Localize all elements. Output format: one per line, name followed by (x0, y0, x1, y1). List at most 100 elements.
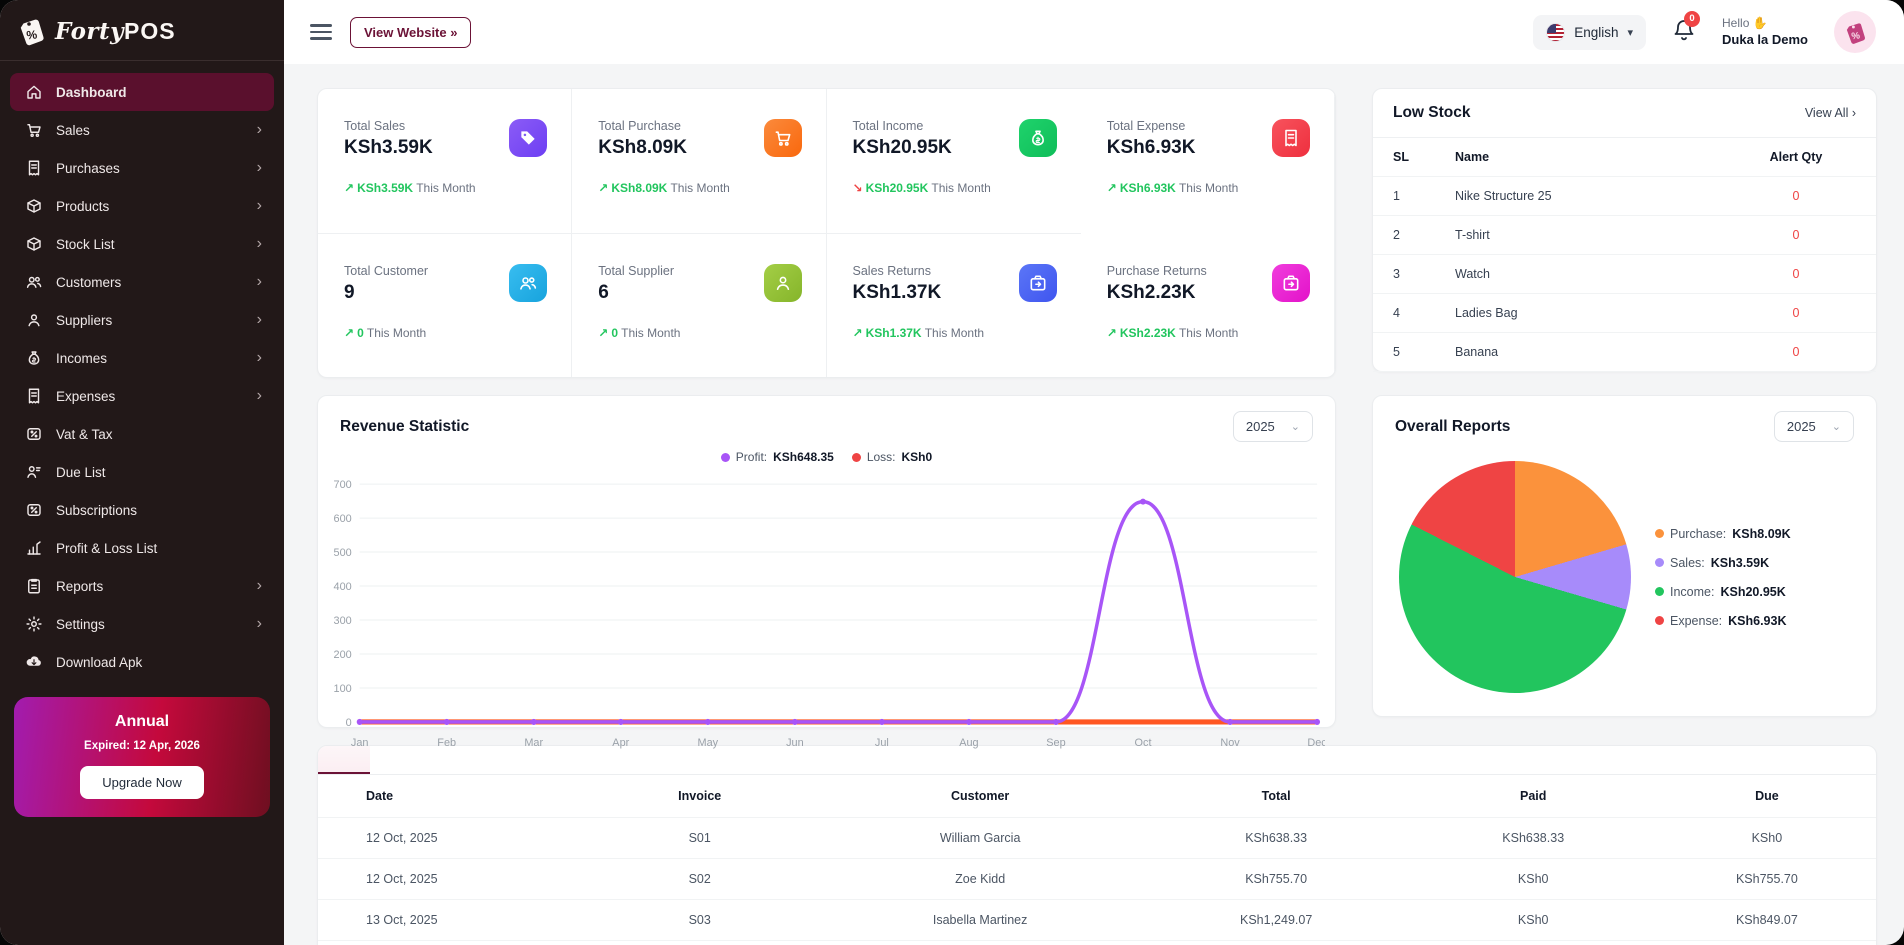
chevron-down-icon: ⌄ (1832, 420, 1841, 433)
sidebar-item[interactable]: Suppliers › (10, 301, 274, 339)
legend-item: Profit: KSh648.35 (721, 450, 834, 464)
svg-text:500: 500 (334, 547, 352, 559)
cell-invoice: S01 (583, 831, 817, 845)
sidebar-item[interactable]: Expenses › (10, 377, 274, 415)
notification-badge: 0 (1684, 11, 1700, 27)
language-selector[interactable]: English ▾ (1533, 15, 1646, 50)
brand-name: FortyPOS (55, 18, 176, 45)
sidebar-item[interactable]: Incomes › (10, 339, 274, 377)
legend-value: KSh20.95K (1720, 585, 1785, 599)
low-stock-row[interactable]: 1 Nike Structure 25 0 (1373, 177, 1876, 216)
sidebar-item[interactable]: Purchases › (10, 149, 274, 187)
stat-icon (1272, 119, 1310, 157)
overall-reports-panel: Overall Reports 2025 ⌄ Purchase: (1372, 395, 1877, 717)
sidebar-item-label: Profit & Loss List (56, 541, 157, 556)
brand-second: POS (124, 18, 176, 44)
sidebar-item-label: Incomes (56, 351, 107, 366)
sidebar-item[interactable]: Products › (10, 187, 274, 225)
low-stock-row[interactable]: 3 Watch 0 (1373, 255, 1876, 294)
table-row[interactable]: 13 Oct, 2025 S04 Emma Martin KSh848.73 K… (318, 941, 1876, 945)
sidebar: % FortyPOS Dashboard Sales › Purchases › (0, 0, 284, 945)
avatar[interactable]: % (1834, 11, 1876, 53)
sidebar-item-label: Settings (56, 617, 105, 632)
upgrade-now-button[interactable]: Upgrade Now (80, 766, 204, 799)
table-row[interactable]: 12 Oct, 2025 S01 William Garcia KSh638.3… (318, 818, 1876, 859)
svg-text:May: May (698, 737, 719, 749)
sidebar-item-label: Customers (56, 275, 121, 290)
low-stock-row[interactable]: 4 Ladies Bag 0 (1373, 294, 1876, 333)
stat-change-suffix: This Month (925, 326, 984, 340)
hamburger-menu-icon[interactable] (310, 24, 332, 40)
revenue-line-chart[interactable]: 0100200300400500600700JanFebMarAprMayJun… (318, 464, 1335, 776)
trend-arrow-icon: ↘ (853, 181, 863, 195)
svg-text:Jul: Jul (875, 737, 889, 749)
revenue-year-select[interactable]: 2025 ⌄ (1233, 411, 1313, 442)
waving-hand-icon: ✋ (1753, 16, 1768, 30)
col-alert-qty: Alert Qty (1736, 150, 1856, 164)
col-name: Name (1455, 150, 1736, 164)
sidebar-item[interactable]: Reports › (10, 567, 274, 605)
trend-arrow-icon: ↗ (344, 326, 354, 340)
table-row[interactable]: 12 Oct, 2025 S02 Zoe Kidd KSh755.70 KSh0… (318, 859, 1876, 900)
legend-value: KSh0 (902, 450, 933, 464)
cell-name: Ladies Bag (1455, 306, 1736, 320)
tab[interactable] (318, 746, 370, 774)
stat-label: Total Purchase (598, 119, 730, 133)
low-stock-header-row: SL Name Alert Qty (1373, 138, 1876, 177)
stat-change: ↗0 This Month (344, 326, 428, 340)
sidebar-item[interactable]: Settings › (10, 605, 274, 643)
sidebar-item-label: Reports (56, 579, 103, 594)
stat-card: Total Purchase KSh8.09K ↗KSh8.09K This M… (572, 89, 826, 234)
stat-card: Total Supplier 6 ↗0 This Month (572, 234, 826, 378)
legend-item: Sales: KSh3.59K (1655, 556, 1791, 570)
us-flag-icon (1546, 23, 1565, 42)
table-row[interactable]: 13 Oct, 2025 S03 Isabella Martinez KSh1,… (318, 900, 1876, 941)
cell-total: KSh755.70 (1144, 872, 1409, 886)
legend-item: Purchase: KSh8.09K (1655, 527, 1791, 541)
sidebar-item[interactable]: Profit & Loss List (10, 529, 274, 567)
sidebar-item[interactable]: Customers › (10, 263, 274, 301)
chevron-right-icon: › (257, 578, 262, 594)
legend-dot (1655, 558, 1664, 567)
cell-sl: 4 (1393, 306, 1455, 320)
sidebar-item[interactable]: Stock List › (10, 225, 274, 263)
cell-customer: William Garcia (817, 831, 1144, 845)
legend-dot (1655, 529, 1664, 538)
tab[interactable] (370, 746, 422, 774)
sidebar-item[interactable]: Subscriptions (10, 491, 274, 529)
legend-item: Loss: KSh0 (852, 450, 932, 464)
svg-text:Apr: Apr (612, 737, 629, 749)
sidebar-item[interactable]: Download Apk (10, 643, 274, 681)
recent-table-header: Date Invoice Customer Total Paid Due (318, 775, 1876, 818)
reports-year-select[interactable]: 2025 ⌄ (1774, 411, 1854, 442)
reports-pie-chart[interactable] (1399, 461, 1631, 693)
sidebar-item-icon (24, 273, 43, 292)
notifications-button[interactable]: 0 (1672, 18, 1696, 47)
stat-change-value: KSh3.59K (357, 181, 413, 195)
stat-label: Total Sales (344, 119, 476, 133)
sidebar-item[interactable]: Dashboard (10, 73, 274, 111)
stat-change: ↗KSh2.23K This Month (1107, 326, 1239, 340)
stat-change-value: KSh2.23K (1120, 326, 1176, 340)
col-date: Date (318, 789, 583, 803)
sidebar-item[interactable]: Due List (10, 453, 274, 491)
dashboard-content: Total Sales KSh3.59K ↗KSh3.59K This Mont… (284, 64, 1904, 945)
stat-label: Total Income (853, 119, 991, 133)
low-stock-row[interactable]: 5 Banana 0 (1373, 333, 1876, 372)
svg-text:100: 100 (334, 683, 352, 695)
stat-change-value: 0 (611, 326, 618, 340)
sidebar-item[interactable]: Sales › (10, 111, 274, 149)
svg-text:300: 300 (334, 615, 352, 627)
greeting-label: Hello (1722, 16, 1749, 30)
stat-value: KSh1.37K (853, 282, 985, 304)
legend-value: KSh648.35 (773, 450, 834, 464)
sidebar-item[interactable]: Vat & Tax (10, 415, 274, 453)
low-stock-row[interactable]: 2 T-shirt 0 (1373, 216, 1876, 255)
stat-change-suffix: This Month (367, 326, 426, 340)
view-all-link[interactable]: View All › (1805, 106, 1856, 120)
trend-arrow-icon: ↗ (1107, 326, 1117, 340)
stat-label: Sales Returns (853, 264, 985, 278)
brand-logo-tag-icon: % (16, 14, 46, 48)
caret-down-icon: ▾ (1627, 26, 1633, 39)
view-website-button[interactable]: View Website » (350, 17, 471, 48)
